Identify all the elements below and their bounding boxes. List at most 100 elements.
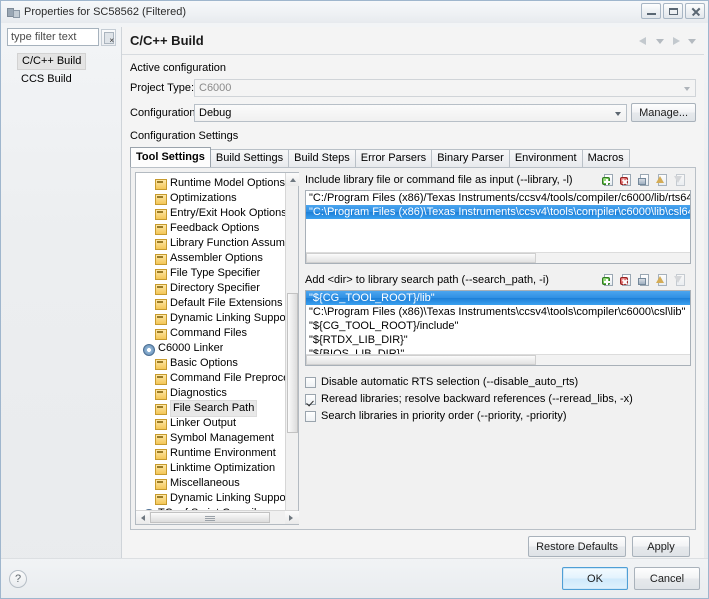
reread-libs-checkbox[interactable] — [305, 393, 316, 405]
priority-order-checkbox[interactable] — [305, 410, 316, 422]
tool-option-symbol-management[interactable]: Symbol Management — [136, 431, 298, 446]
left-navigation-pane: C/C++ Build CCS Build — [1, 23, 119, 558]
forward-history-chevron-down-icon[interactable] — [685, 34, 698, 47]
list-item[interactable]: "C:\Program Files (x86)\Texas Instrument… — [306, 205, 690, 219]
disable-auto-rts-checkbox[interactable] — [305, 376, 316, 388]
delete-icon[interactable] — [620, 173, 635, 187]
add-icon[interactable] — [602, 273, 617, 287]
tab-binary-parser[interactable]: Binary Parser — [431, 149, 510, 167]
tree-item-cpp-build[interactable]: C/C++ Build — [17, 53, 87, 70]
tool-option-dynamic-linking-support[interactable]: Dynamic Linking Support — [136, 311, 298, 326]
tool-option-entry-exit-hook-options[interactable]: Entry/Exit Hook Options — [136, 206, 298, 221]
cancel-button[interactable]: Cancel — [634, 567, 700, 590]
file-search-path-settings: Include library file or command file as … — [305, 172, 691, 525]
list-item[interactable]: "${RTDX_LIB_DIR}" — [306, 333, 690, 347]
help-icon[interactable]: ? — [9, 569, 27, 588]
option-page-icon — [154, 388, 167, 400]
tool-option-c6000-linker[interactable]: C6000 Linker — [136, 341, 298, 356]
tab-tool-settings[interactable]: Tool Settings — [130, 147, 211, 167]
clear-filter-icon[interactable] — [101, 28, 116, 46]
back-icon[interactable] — [637, 34, 650, 47]
tool-option-file-search-path[interactable]: File Search Path — [136, 400, 298, 417]
tool-option-default-file-extensions[interactable]: Default File Extensions — [136, 296, 298, 311]
tool-option-linker-output[interactable]: Linker Output — [136, 416, 298, 431]
manage-button[interactable]: Manage... — [631, 103, 696, 122]
edit-icon[interactable] — [638, 273, 653, 287]
tab-error-parsers[interactable]: Error Parsers — [354, 149, 433, 167]
delete-icon[interactable] — [620, 273, 635, 287]
tab-macros[interactable]: Macros — [581, 149, 630, 167]
maximize-button[interactable] — [663, 3, 683, 19]
include-library-listbox[interactable]: "C:/Program Files (x86)/Texas Instrument… — [305, 190, 691, 264]
list-item[interactable]: "${CG_TOOL_ROOT}/lib" — [306, 291, 690, 305]
tool-option-basic-options[interactable]: Basic Options — [136, 356, 298, 371]
tool-option-directory-specifier[interactable]: Directory Specifier — [136, 281, 298, 296]
ok-button[interactable]: OK — [562, 567, 628, 590]
right-content-pane: C/C++ Build Active configuration Project… — [121, 27, 704, 558]
tool-option-library-function-assumptions[interactable]: Library Function Assumptions — [136, 236, 298, 251]
reread-libs-label: Reread libraries; resolve backward refer… — [321, 393, 633, 405]
tool-option-label: Assembler Options — [170, 252, 263, 264]
list-item[interactable]: "C:\Program Files (x86)\Texas Instrument… — [306, 305, 690, 319]
option-page-icon — [154, 493, 167, 505]
tool-option-label: Entry/Exit Hook Options — [170, 207, 287, 219]
configuration-select[interactable]: Debug — [194, 103, 628, 122]
search-path-listbox[interactable]: "${CG_TOOL_ROOT}/lib" "C:\Program Files … — [305, 290, 691, 366]
tool-options-tree-list[interactable]: Runtime Model Options Optimizations Entry/… — [136, 173, 298, 510]
listbox-horizontal-scrollbar[interactable] — [306, 354, 690, 365]
back-history-chevron-down-icon[interactable] — [653, 34, 666, 47]
move-up-icon[interactable] — [656, 173, 671, 187]
tool-option-command-file-preprocessing[interactable]: Command File Preprocessing — [136, 371, 298, 386]
checkbox-row[interactable]: Search libraries in priority order (--pr… — [305, 408, 691, 424]
tool-options-vertical-scrollbar[interactable] — [285, 173, 299, 524]
search-path-toolbar — [602, 273, 691, 287]
move-down-icon[interactable] — [674, 273, 689, 287]
list-item[interactable]: "${CG_TOOL_ROOT}/include" — [306, 319, 690, 333]
scroll-right-arrow-icon[interactable] — [285, 511, 298, 524]
tool-option-runtime-model-options[interactable]: Runtime Model Options — [136, 176, 298, 191]
tool-option-dynamic-linking-support[interactable]: Dynamic Linking Support — [136, 491, 298, 506]
tool-option-assembler-options[interactable]: Assembler Options — [136, 251, 298, 266]
tool-option-file-type-specifier[interactable]: File Type Specifier — [136, 266, 298, 281]
checkbox-row[interactable]: Disable automatic RTS selection (--disab… — [305, 374, 691, 390]
move-down-icon[interactable] — [674, 173, 689, 187]
scroll-up-arrow-icon[interactable] — [286, 173, 299, 186]
minimize-button[interactable] — [641, 3, 661, 19]
list-item[interactable]: "C:/Program Files (x86)/Texas Instrument… — [306, 191, 690, 205]
scrollbar-thumb[interactable] — [306, 253, 537, 263]
tool-option-miscellaneous[interactable]: Miscellaneous — [136, 476, 298, 491]
apply-button[interactable]: Apply — [632, 536, 690, 557]
scrollbar-thumb[interactable] — [306, 355, 537, 365]
tool-option-label: Linker Output — [170, 417, 237, 429]
project-type-select[interactable]: C6000 — [194, 79, 696, 97]
checkbox-row[interactable]: Reread libraries; resolve backward refer… — [305, 391, 691, 407]
listbox-horizontal-scrollbar[interactable] — [306, 252, 690, 263]
restore-defaults-button[interactable]: Restore Defaults — [528, 536, 626, 557]
tool-option-feedback-options[interactable]: Feedback Options — [136, 221, 298, 236]
add-icon[interactable] — [602, 173, 617, 187]
tool-option-label: Basic Options — [170, 357, 238, 369]
tool-option-optimizations[interactable]: Optimizations — [136, 191, 298, 206]
scrollbar-thumb[interactable] — [287, 293, 298, 433]
scrollbar-thumb[interactable] — [150, 512, 270, 523]
tree-item-ccs-build[interactable]: CCS Build — [17, 71, 76, 87]
tool-option-command-files[interactable]: Command Files — [136, 326, 298, 341]
edit-icon[interactable] — [638, 173, 653, 187]
configuration-value: Debug — [199, 106, 232, 119]
properties-dialog: Properties for SC58562 (Filtered) C/C++ … — [0, 0, 709, 599]
close-button[interactable] — [685, 3, 705, 19]
project-type-value: C6000 — [199, 82, 232, 94]
tool-options-horizontal-scrollbar[interactable] — [136, 510, 298, 524]
option-page-icon — [154, 463, 167, 475]
forward-icon[interactable] — [669, 34, 682, 47]
tab-build-settings[interactable]: Build Settings — [209, 149, 290, 167]
option-page-icon — [154, 283, 167, 295]
scroll-left-arrow-icon[interactable] — [136, 511, 149, 524]
filter-input[interactable] — [7, 28, 99, 46]
tool-option-runtime-environment[interactable]: Runtime Environment — [136, 446, 298, 461]
tool-option-linktime-optimization[interactable]: Linktime Optimization — [136, 461, 298, 476]
move-up-icon[interactable] — [656, 273, 671, 287]
tab-environment[interactable]: Environment — [508, 149, 583, 167]
tool-option-diagnostics[interactable]: Diagnostics — [136, 386, 298, 401]
tab-build-steps[interactable]: Build Steps — [288, 149, 356, 167]
